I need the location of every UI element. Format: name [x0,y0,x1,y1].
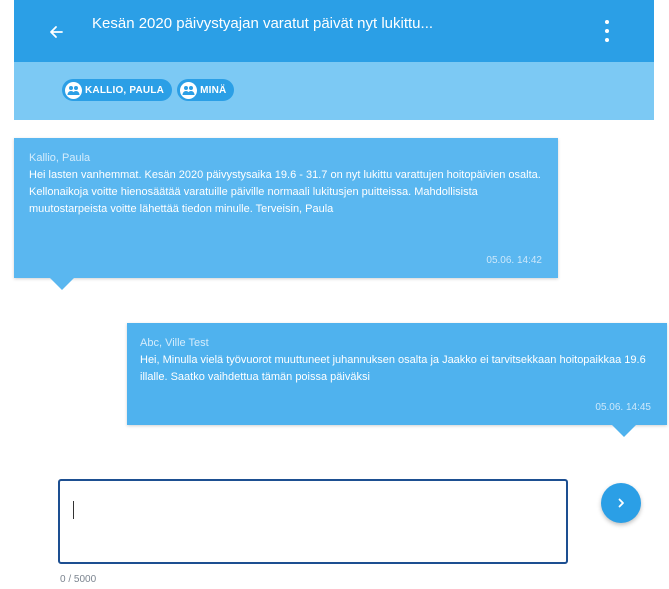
message-bubble-incoming: Kallio, Paula Hei lasten vanhemmat. Kesä… [14,138,558,290]
character-counter: 0 / 5000 [60,574,97,585]
participant-name: MINÄ [200,84,227,96]
group-icon [180,81,198,99]
bubble-tail [612,425,636,437]
send-button[interactable] [601,483,641,523]
message-input[interactable] [60,481,566,562]
message-input-box[interactable] [58,479,568,564]
participants-bar: KALLIO, PAULA MINÄ [14,62,654,120]
back-button[interactable] [42,18,70,46]
message-sender: Kallio, Paula [29,152,91,164]
more-vertical-icon [605,20,609,24]
message-body: Hei, Minulla vielä työvuorot muuttuneet … [140,354,646,383]
participant-chip[interactable]: KALLIO, PAULA [62,79,173,101]
message-body: Hei lasten vanhemmat. Kesän 2020 päivyst… [29,169,541,215]
app-bar: Kesän 2020 päivystyajan varatut päivät n… [14,0,654,62]
chevron-right-icon [618,498,624,508]
page-title: Kesän 2020 päivystyajan varatut päivät n… [92,15,434,32]
message-bubble-outgoing: Abc, Ville Test Hei, Minulla vielä työvu… [127,323,667,437]
message-timestamp: 05.06. 14:45 [595,402,651,413]
participant-chip[interactable]: MINÄ [177,79,235,101]
participant-name: KALLIO, PAULA [85,84,165,96]
more-menu-button[interactable] [600,18,614,44]
message-timestamp: 05.06. 14:42 [486,255,542,266]
group-icon [65,81,82,99]
message-sender: Abc, Ville Test [140,337,209,349]
bubble-tail [50,278,74,290]
arrow-left-icon [50,26,63,38]
